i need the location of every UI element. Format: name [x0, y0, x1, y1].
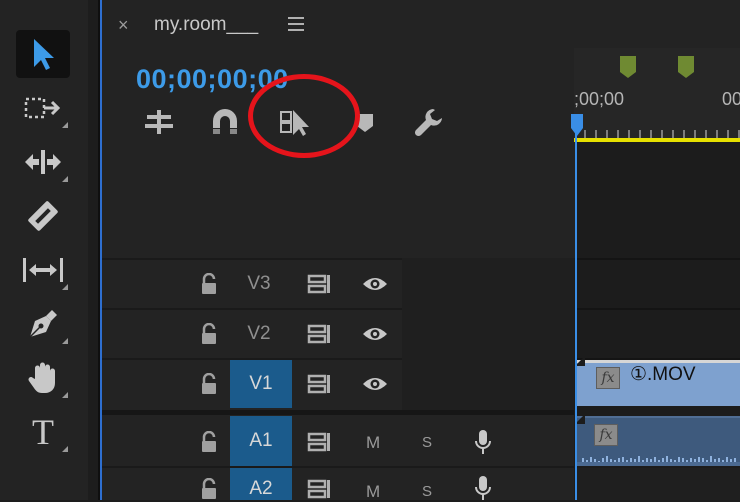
close-tab-icon[interactable]: × — [118, 14, 136, 36]
type-tool-glyph: T — [32, 412, 54, 452]
track-label-v1[interactable]: V1 — [230, 360, 292, 408]
fx-badge[interactable]: fx — [596, 367, 620, 389]
track-label-v2[interactable]: V2 — [228, 310, 290, 358]
panel-menu-icon[interactable] — [287, 14, 305, 34]
ripple-edit-tool-button[interactable] — [16, 138, 70, 186]
pen-tool-button[interactable] — [16, 300, 70, 348]
audio-waveform — [577, 456, 740, 466]
track-select-icon — [24, 97, 61, 119]
solo-button[interactable]: S — [422, 482, 432, 502]
track-label-a2[interactable]: A2 — [230, 468, 292, 500]
solo-button[interactable]: S — [422, 433, 432, 453]
playhead-handle[interactable] — [570, 112, 584, 138]
track-select-tool-button[interactable] — [16, 84, 70, 132]
lock-icon[interactable] — [198, 322, 220, 346]
tool-group-corner-icon — [62, 446, 68, 452]
track-divider — [102, 466, 574, 468]
sequence-tab-title[interactable]: my.room___ — [154, 12, 258, 38]
eye-icon[interactable] — [360, 274, 390, 294]
tool-group-corner-icon — [62, 122, 68, 128]
hand-tool-button[interactable] — [16, 354, 70, 402]
toggle-sync-lock-icon[interactable] — [306, 478, 336, 500]
tool-group-corner-icon — [62, 338, 68, 344]
mute-button[interactable]: M — [366, 482, 380, 502]
hand-icon — [28, 362, 55, 393]
toggle-sync-lock-icon[interactable] — [306, 322, 336, 346]
tools-panel: T — [0, 0, 88, 500]
selection-tool-button[interactable] — [16, 30, 70, 78]
razor-tool-button[interactable] — [16, 192, 70, 240]
slip-tool-button[interactable] — [16, 246, 70, 294]
nest-icon — [145, 110, 173, 134]
slip-icon — [23, 258, 63, 282]
video-audio-divider — [102, 410, 574, 415]
marker-icon[interactable] — [618, 54, 638, 80]
microphone-icon[interactable] — [472, 427, 494, 457]
annotation-circle — [248, 74, 360, 158]
ruler-timecode: 00 — [722, 89, 740, 109]
playhead-line[interactable] — [575, 130, 577, 500]
toggle-sync-lock-icon[interactable] — [306, 430, 336, 454]
track-divider — [577, 258, 740, 260]
type-tool-button[interactable]: T — [16, 408, 70, 456]
track-divider — [577, 308, 740, 310]
pen-icon — [29, 310, 57, 338]
lock-icon[interactable] — [198, 478, 220, 500]
eye-icon[interactable] — [360, 324, 390, 344]
wrench-icon — [414, 109, 442, 137]
lock-icon[interactable] — [198, 430, 220, 454]
timeline-settings-button[interactable] — [412, 106, 446, 138]
tool-group-corner-icon — [62, 176, 68, 182]
toggle-sync-lock-icon[interactable] — [306, 272, 336, 296]
ruler-ticks — [584, 130, 740, 138]
microphone-icon[interactable] — [472, 476, 494, 500]
tool-group-corner-icon — [62, 284, 68, 290]
magnet-icon — [213, 109, 237, 134]
track-label-v3[interactable]: V3 — [228, 260, 290, 308]
toggle-sync-lock-icon[interactable] — [306, 372, 336, 396]
mute-button[interactable]: M — [366, 433, 380, 453]
eye-icon[interactable] — [360, 374, 390, 394]
video-track-header-empty — [402, 258, 574, 410]
razor-icon — [28, 201, 58, 231]
clip-name: ①.MOV — [630, 364, 696, 385]
track-label-a1[interactable]: A1 — [230, 416, 292, 466]
insert-nested-sequence-button[interactable] — [142, 106, 176, 138]
tool-group-corner-icon — [62, 392, 68, 398]
snap-button[interactable] — [208, 106, 242, 138]
selection-arrow-icon — [34, 39, 54, 70]
ruler-timecode: ;00;00 — [574, 89, 625, 109]
audio-track-a2-area[interactable] — [577, 468, 740, 500]
lock-icon[interactable] — [198, 372, 220, 396]
lock-icon[interactable] — [198, 272, 220, 296]
fx-badge[interactable]: fx — [594, 424, 618, 446]
ripple-edit-icon — [25, 150, 61, 174]
marker-icon[interactable] — [676, 54, 696, 80]
